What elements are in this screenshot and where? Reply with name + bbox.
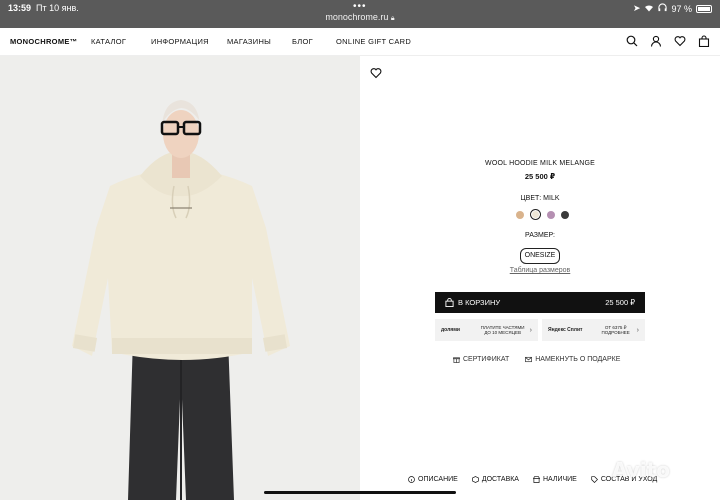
product-name: WOOL HOODIE MILK MELANGE [485,160,595,167]
nav-gift-card[interactable]: ONLINE GIFT CARD [336,37,411,46]
product-photo[interactable] [0,56,360,500]
address-bar[interactable]: monochrome.ru 🔒︎ [0,12,720,23]
color-label: ЦВЕТ: MILK [520,195,560,202]
add-to-cart-button[interactable]: В КОРЗИНУ 25 500 ₽ [435,292,645,313]
gift-links: СЕРТИФИКАТ НАМЕКНУТЬ О ПОДАРКЕ [453,356,620,363]
site-header: MONOCHROME™ КАТАЛОГ ИНФОРМАЦИЯ МАГАЗИНЫ … [0,28,720,56]
status-bar: 13:59 Пт 10 янв. ••• monochrome.ru 🔒︎ ➤ … [0,0,720,28]
model-illustration [72,100,290,500]
product-price: 25 500 ₽ [524,172,556,181]
swatch-beige[interactable] [516,210,524,219]
certificate-link[interactable]: СЕРТИФИКАТ [453,356,509,363]
tab-delivery[interactable]: ДОСТАВКА [472,476,519,483]
wishlist-icon[interactable] [674,35,686,47]
nav-catalog[interactable]: КАТАЛОГ [91,37,151,46]
info-icon [408,476,415,483]
home-indicator[interactable] [264,491,456,494]
split-text: ОТ 6375 ₽ ПОДРОБНЕЕ [601,324,630,336]
tab-description-label: ОПИСАНИЕ [418,476,458,483]
nav-blog[interactable]: БЛОГ [292,37,336,46]
dolyami-payment-banner[interactable]: долями ПЛАТИТЕ ЧАСТЯМИ ДО 10 МЕСЯЦЕВ › [435,319,538,341]
split-payment-banner[interactable]: Яндекс Сплит ОТ 6375 ₽ ПОДРОБНЕЕ › [542,319,645,341]
battery-percent: 97 % [671,3,692,14]
tab-availability[interactable]: НАЛИЧИЕ [532,476,577,483]
chevron-right-icon: › [636,326,639,334]
headphones-icon [658,3,668,14]
dolyami-logo: долями [441,327,460,333]
swatch-lilac[interactable] [547,210,555,219]
chevron-right-icon: › [529,326,532,334]
battery-icon [696,4,712,13]
lock-icon: 🔒︎ [390,15,395,22]
nav-info[interactable]: ИНФОРМАЦИЯ [151,37,227,46]
tag-icon [591,476,598,483]
add-to-cart-label: В КОРЗИНУ [458,298,501,307]
avito-watermark: Avito [612,458,670,482]
product-panel: WOOL HOODIE MILK MELANGE 25 500 ₽ ЦВЕТ: … [360,56,720,500]
gift-hint-label: НАМЕКНУТЬ О ПОДАРКЕ [535,356,621,363]
certificate-label: СЕРТИФИКАТ [463,356,510,363]
nav-stores[interactable]: МАГАЗИНЫ [227,37,292,46]
split-logo: Яндекс Сплит [548,327,583,333]
envelope-icon [525,356,533,363]
site-logo[interactable]: MONOCHROME™ [10,37,77,46]
tab-availability-label: НАЛИЧИЕ [542,476,577,483]
tab-dots-icon[interactable]: ••• [353,1,367,12]
account-icon[interactable] [650,35,662,47]
bag-icon [445,298,454,307]
gift-icon [453,357,460,363]
gift-hint-link[interactable]: НАМЕКНУТЬ О ПОДАРКЕ [525,356,620,363]
swatch-milk-selected[interactable] [530,209,541,220]
search-icon[interactable] [626,35,638,47]
add-to-favorites-heart-icon[interactable] [370,66,382,79]
store-icon [532,476,540,483]
box-icon [472,476,479,483]
size-onesize-button[interactable]: ONESIZE [520,248,560,264]
url-text: monochrome.ru [325,12,389,22]
location-icon: ➤ [632,3,641,13]
dolyami-text: ПЛАТИТЕ ЧАСТЯМИ ДО 10 МЕСЯЦЕВ [480,324,525,336]
tab-delivery-label: ДОСТАВКА [481,476,519,483]
add-to-cart-price: 25 500 ₽ [605,298,635,307]
cart-icon[interactable] [698,35,710,47]
tab-description[interactable]: ОПИСАНИЕ [408,476,458,483]
size-table-link[interactable]: Таблица размеров [360,267,720,274]
size-label: РАЗМЕР: [525,232,555,239]
wifi-icon [644,4,654,14]
main-nav: КАТАЛОГ ИНФОРМАЦИЯ МАГАЗИНЫ БЛОГ ONLINE … [91,37,411,46]
swatch-black[interactable] [561,210,569,219]
color-swatches [516,209,569,220]
